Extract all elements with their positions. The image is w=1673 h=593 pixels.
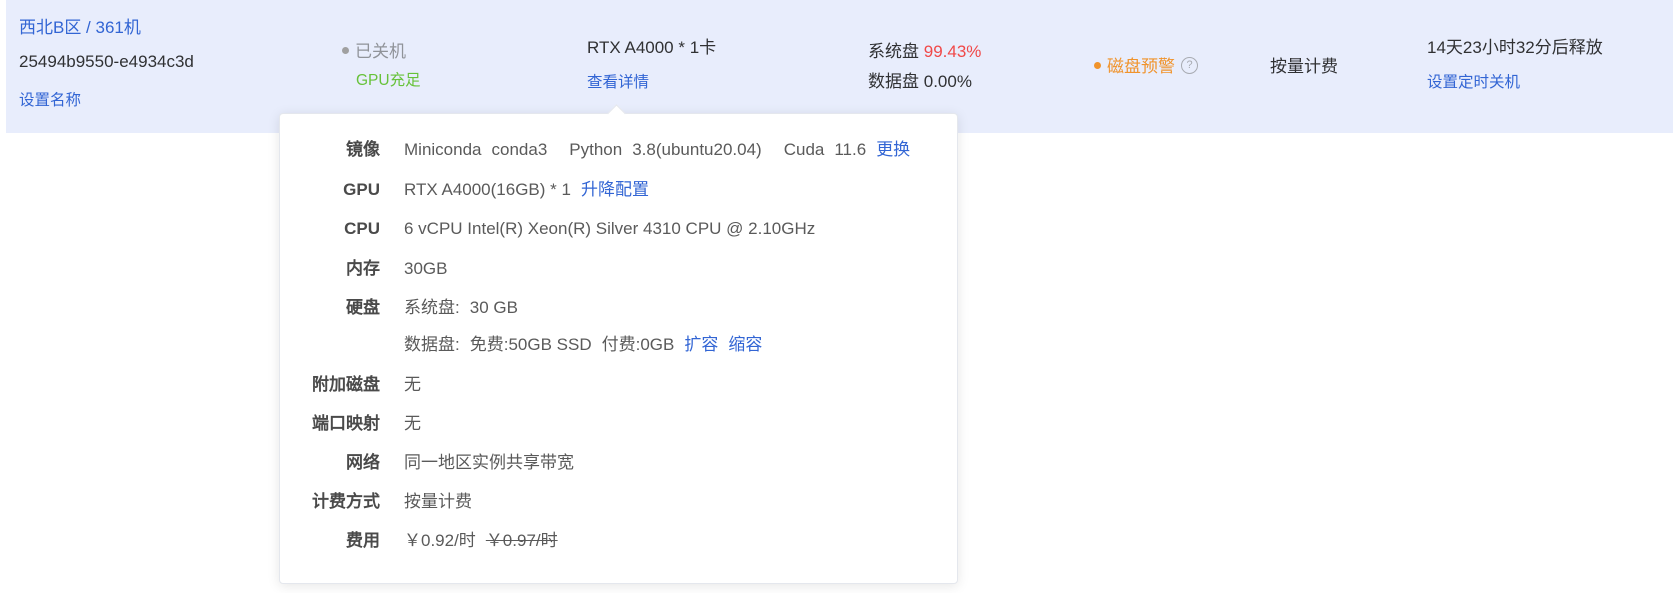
billing-value: 按量计费 <box>404 492 472 511</box>
sys-disk-value: 99.43% <box>923 42 982 61</box>
shrink-disk-link[interactable]: 缩容 <box>728 335 762 354</box>
detail-row-extra-disk: 附加磁盘 无 <box>280 373 957 397</box>
gpu-value: RTX A4000(16GB) * 1 升降配置 <box>404 178 649 202</box>
detail-row-cpu: CPU 6 vCPU Intel(R) Xeon(R) Silver 4310 … <box>280 217 957 241</box>
cost-label: 费用 <box>346 531 380 550</box>
status-text: 已关机 <box>355 42 406 61</box>
disk-data-label: 数据盘: <box>404 335 460 354</box>
change-image-link[interactable]: 更换 <box>876 140 910 159</box>
memory-label: 内存 <box>346 259 380 278</box>
detail-row-disk: 硬盘 系统盘: 30 GB <box>280 296 957 320</box>
detail-row-gpu: GPU RTX A4000(16GB) * 1 升降配置 <box>280 178 957 202</box>
cost-value: ￥0.92/时 ￥0.97/时 <box>404 529 558 553</box>
image-value: Miniconda conda3 Python 3.8(ubuntu20.04) Cud… <box>404 138 910 162</box>
disk-label: 硬盘 <box>346 298 380 317</box>
set-name-link[interactable]: 设置名称 <box>19 88 81 110</box>
billing-label: 计费方式 <box>312 492 380 511</box>
image-conda: conda3 <box>491 140 548 159</box>
data-disk-usage: 数据盘 0.00% <box>868 67 972 92</box>
detail-row-image: 镜像 Miniconda conda3 Python 3.8(ubuntu20.04)… <box>280 138 957 162</box>
image-python-label: Python <box>569 140 623 159</box>
warning-dot-icon <box>1094 62 1101 70</box>
view-detail-link[interactable]: 查看详情 <box>587 70 649 92</box>
upgrade-config-link[interactable]: 升降配置 <box>581 180 649 199</box>
image-python: 3.8(ubuntu20.04) <box>632 140 762 159</box>
image-miniconda: Miniconda <box>404 140 482 159</box>
network-label: 网络 <box>346 453 380 472</box>
instance-region-link[interactable]: 西北B区 / 361机 <box>19 13 141 38</box>
release-countdown: 14天23小时32分后释放 <box>1427 38 1603 57</box>
question-circle-icon[interactable]: ? <box>1181 57 1198 75</box>
data-disk-label: 数据盘 <box>868 72 919 91</box>
detail-row-data-disk: 数据盘: 免费:50GB SSD 付费:0GB 扩容 缩容 <box>280 333 957 357</box>
disk-sys-label: 系统盘: <box>404 298 460 317</box>
gpu-label: GPU <box>343 180 380 199</box>
memory-value: 30GB <box>404 259 448 278</box>
disk-warning: 磁盘预警? <box>1094 52 1198 77</box>
port-label: 端口映射 <box>312 414 380 433</box>
data-disk-value: 0.00% <box>923 72 972 91</box>
port-value: 无 <box>404 414 421 433</box>
network-value: 同一地区实例共享带宽 <box>404 453 574 472</box>
gpu-availability: GPU充足 <box>356 72 421 89</box>
disk-data-paid: 付费:0GB <box>601 335 675 354</box>
status-dot-icon <box>342 47 349 55</box>
detail-row-memory: 内存 30GB <box>280 257 957 281</box>
detail-row-port: 端口映射 无 <box>280 412 957 436</box>
detail-row-billing: 计费方式 按量计费 <box>280 490 957 514</box>
disk-data-value: 数据盘: 免费:50GB SSD 付费:0GB 扩容 缩容 <box>404 333 762 357</box>
instance-detail-popover: 镜像 Miniconda conda3 Python 3.8(ubuntu20.04)… <box>279 104 958 584</box>
extra-disk-label: 附加磁盘 <box>312 375 380 394</box>
disk-warning-text: 磁盘预警 <box>1107 57 1175 76</box>
disk-sys-size: 30 GB <box>469 298 518 317</box>
disk-sys-value: 系统盘: 30 GB <box>404 296 518 320</box>
detail-row-network: 网络 同一地区实例共享带宽 <box>280 451 957 475</box>
instance-status: 已关机 <box>342 37 406 62</box>
cost-current: ￥0.92/时 <box>404 531 476 550</box>
sys-disk-label: 系统盘 <box>868 42 919 61</box>
gpu-spec: RTX A4000 * 1卡 <box>587 38 717 57</box>
instance-id: 25494b9550-e4934c3d <box>19 52 194 71</box>
image-cuda: 11.6 <box>834 140 867 159</box>
billing-mode: 按量计费 <box>1270 57 1338 76</box>
cost-original: ￥0.97/时 <box>485 531 558 550</box>
gpu-spec-detail: RTX A4000(16GB) * 1 <box>404 180 571 199</box>
detail-row-cost: 费用 ￥0.92/时 ￥0.97/时 <box>280 529 957 553</box>
set-shutdown-link[interactable]: 设置定时关机 <box>1427 70 1520 92</box>
image-label: 镜像 <box>346 140 380 159</box>
expand-disk-link[interactable]: 扩容 <box>684 335 718 354</box>
image-cuda-label: Cuda <box>783 140 825 159</box>
sys-disk-usage: 系统盘 99.43% <box>868 37 981 62</box>
cpu-value: 6 vCPU Intel(R) Xeon(R) Silver 4310 CPU … <box>404 219 816 238</box>
disk-data-free: 免费:50GB SSD <box>469 335 592 354</box>
extra-disk-value: 无 <box>404 375 421 394</box>
cpu-label: CPU <box>344 219 380 238</box>
